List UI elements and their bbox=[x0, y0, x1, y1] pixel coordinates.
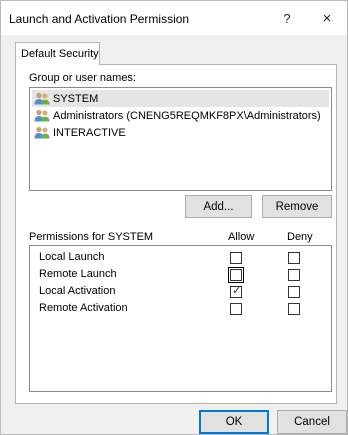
users-icon bbox=[34, 92, 50, 105]
permission-name: Remote Activation bbox=[39, 302, 128, 314]
allow-remote-launch-checkbox[interactable] bbox=[228, 267, 244, 283]
title-bar: Launch and Activation Permission ? × bbox=[1, 1, 347, 35]
list-item-label: INTERACTIVE bbox=[53, 126, 126, 139]
deny-local-launch-checkbox[interactable] bbox=[288, 252, 300, 264]
deny-remote-launch-checkbox[interactable] bbox=[288, 269, 300, 281]
tab-label: Default Security bbox=[21, 48, 99, 60]
deny-remote-activation-checkbox[interactable] bbox=[288, 303, 300, 315]
tab-default-security[interactable]: Default Security bbox=[15, 42, 100, 65]
users-icon bbox=[34, 109, 50, 122]
list-item-administrators[interactable]: Administrators (CNENG5REQMKF8PX\Administ… bbox=[32, 107, 329, 124]
cancel-button[interactable]: Cancel bbox=[277, 410, 347, 434]
allow-local-activation-checkbox[interactable]: ✓ bbox=[230, 285, 242, 298]
list-item-system[interactable]: SYSTEM bbox=[32, 90, 329, 107]
help-button[interactable]: ? bbox=[267, 1, 307, 35]
remove-button[interactable]: Remove bbox=[262, 195, 332, 218]
allow-column-header: Allow bbox=[228, 231, 255, 243]
permission-name: Remote Launch bbox=[39, 268, 117, 280]
deny-column-header: Deny bbox=[287, 231, 313, 243]
add-button[interactable]: Add... bbox=[185, 195, 252, 218]
check-icon: ✓ bbox=[232, 285, 242, 297]
permission-name: Local Activation bbox=[39, 285, 116, 297]
list-item-label: SYSTEM bbox=[53, 92, 99, 105]
list-item-label: Administrators (CNENG5REQMKF8PX\Administ… bbox=[53, 109, 321, 122]
user-listbox[interactable]: SYSTEM Administrators (CNENG5REQMKF8PX\A… bbox=[29, 87, 332, 191]
window-title: Launch and Activation Permission bbox=[9, 12, 190, 26]
ok-button[interactable]: OK bbox=[199, 410, 269, 434]
allow-remote-activation-checkbox[interactable] bbox=[230, 303, 242, 315]
group-label: Group or user names: bbox=[29, 72, 136, 84]
permissions-title: Permissions for SYSTEM bbox=[29, 231, 154, 243]
permission-name: Local Launch bbox=[39, 251, 105, 263]
allow-local-launch-checkbox[interactable] bbox=[230, 252, 242, 264]
permission-dialog: Launch and Activation Permission ? × Def… bbox=[0, 0, 348, 435]
list-item-interactive[interactable]: INTERACTIVE bbox=[32, 124, 329, 141]
close-button[interactable]: × bbox=[307, 1, 347, 35]
deny-local-activation-checkbox[interactable] bbox=[288, 286, 300, 298]
users-icon bbox=[34, 126, 50, 139]
